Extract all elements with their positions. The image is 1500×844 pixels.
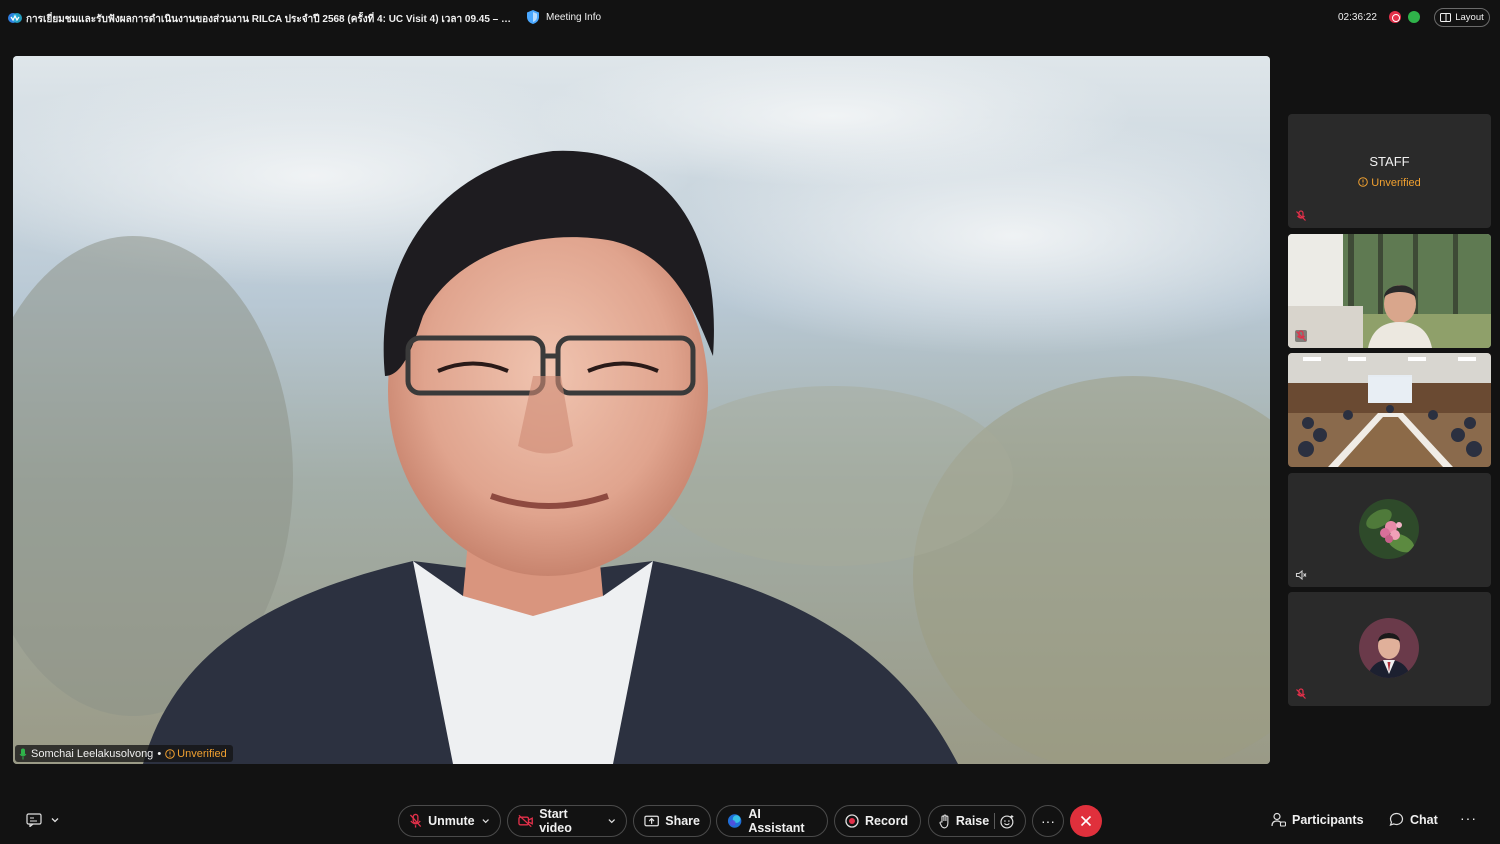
- share-screen-icon: [644, 815, 659, 827]
- speaker-muted-icon: [1295, 569, 1307, 581]
- close-icon: [1080, 815, 1092, 827]
- raise-hand-button[interactable]: Raise: [928, 805, 1026, 837]
- participant-tile-avatar-1[interactable]: [1288, 473, 1491, 587]
- participant-tile-video-1[interactable]: [1288, 234, 1491, 348]
- more-options-label: ···: [1041, 813, 1055, 829]
- start-video-label: Start video: [539, 807, 572, 835]
- more-options-button[interactable]: ···: [1032, 805, 1064, 837]
- unmute-button[interactable]: Unmute: [398, 805, 501, 837]
- speaker-video-frame: [13, 56, 1270, 764]
- ai-assistant-icon: [727, 814, 742, 828]
- man-avatar-image: [1359, 618, 1419, 678]
- record-icon: [845, 814, 859, 828]
- participant-name: STAFF: [1369, 154, 1410, 169]
- chevron-down-icon[interactable]: [481, 816, 490, 826]
- overflow-menu-button[interactable]: ···: [1460, 810, 1477, 826]
- record-label: Record: [865, 814, 909, 828]
- mic-active-icon: [19, 748, 27, 759]
- webex-meeting-window: การเยี่ยมชมและรับฟังผลการดำเนินงานของส่ว…: [0, 0, 1500, 844]
- participants-label: Participants: [1292, 812, 1364, 827]
- speaker-name: Somchai Leelakusolvong: [31, 747, 154, 760]
- main-speaker-video: [13, 56, 1270, 764]
- overflow-menu-label: ···: [1460, 810, 1477, 826]
- speaker-name-separator: •: [157, 747, 162, 760]
- participants-icon: [1271, 812, 1286, 827]
- warning-circle-icon: [1358, 177, 1369, 187]
- participant-status-label: Unverified: [1371, 177, 1421, 189]
- mic-muted-icon: [1296, 688, 1306, 699]
- mic-muted-icon: [409, 813, 422, 828]
- captions-icon: [26, 813, 42, 827]
- meeting-title: การเยี่ยมชมและรับฟังผลการดำเนินงานของส่ว…: [26, 14, 516, 25]
- speaker-status-label: Unverified: [177, 747, 227, 760]
- video-off-icon: [518, 814, 533, 828]
- participant-tile-staff[interactable]: STAFF Unverified: [1288, 114, 1491, 228]
- chat-button[interactable]: Chat: [1389, 812, 1438, 827]
- unmute-label: Unmute: [428, 814, 475, 828]
- share-button[interactable]: Share: [633, 805, 711, 837]
- recording-indicator-icon: [1389, 11, 1401, 23]
- leave-meeting-button[interactable]: [1070, 805, 1102, 837]
- hand-icon: [939, 814, 949, 828]
- participant-tile-video-2[interactable]: [1288, 353, 1491, 467]
- connection-status-icon: [1408, 11, 1420, 23]
- reactions-icon[interactable]: [1000, 814, 1015, 829]
- participant-tile-avatar-2[interactable]: [1288, 592, 1491, 706]
- chevron-down-icon[interactable]: [50, 815, 60, 825]
- ai-assistant-button[interactable]: AI Assistant: [716, 805, 828, 837]
- chat-label: Chat: [1410, 812, 1438, 827]
- meeting-timer: 02:36:22: [1338, 12, 1377, 23]
- record-button[interactable]: Record: [834, 805, 921, 837]
- layout-icon: [1440, 13, 1452, 22]
- layout-button[interactable]: Layout: [1434, 8, 1490, 27]
- meeting-info-label: Meeting Info: [546, 11, 602, 23]
- chevron-down-icon[interactable]: [607, 816, 616, 826]
- webex-logo-icon: [8, 13, 22, 23]
- participant-video-frame: [1288, 234, 1491, 348]
- speaker-unverified-status: Unverified: [165, 748, 227, 760]
- layout-label: Layout: [1455, 12, 1484, 23]
- captions-button[interactable]: [26, 813, 60, 827]
- ai-assistant-label: AI Assistant: [748, 807, 805, 835]
- speaker-name-tag: Somchai Leelakusolvong • Unverified: [15, 745, 233, 762]
- share-label: Share: [665, 814, 700, 828]
- meeting-info-button[interactable]: Meeting Info: [526, 9, 601, 25]
- top-bar: การเยี่ยมชมและรับฟังผลการดำเนินงานของส่ว…: [0, 0, 1500, 36]
- flower-avatar-image: [1359, 499, 1419, 559]
- participant-avatar: [1359, 618, 1419, 678]
- participant-unverified-status: Unverified: [1288, 177, 1491, 189]
- warning-circle-icon: [165, 748, 175, 759]
- mic-muted-icon: [1296, 210, 1306, 221]
- participants-button[interactable]: Participants: [1271, 812, 1364, 827]
- shield-icon: [527, 10, 539, 24]
- mic-muted-icon: [1295, 330, 1307, 342]
- chat-icon: [1389, 812, 1404, 826]
- raise-label: Raise: [955, 814, 990, 828]
- participant-avatar: [1359, 499, 1419, 559]
- conference-room-video-frame: [1288, 353, 1491, 467]
- raise-divider: [994, 813, 996, 829]
- start-video-button[interactable]: Start video: [507, 805, 627, 837]
